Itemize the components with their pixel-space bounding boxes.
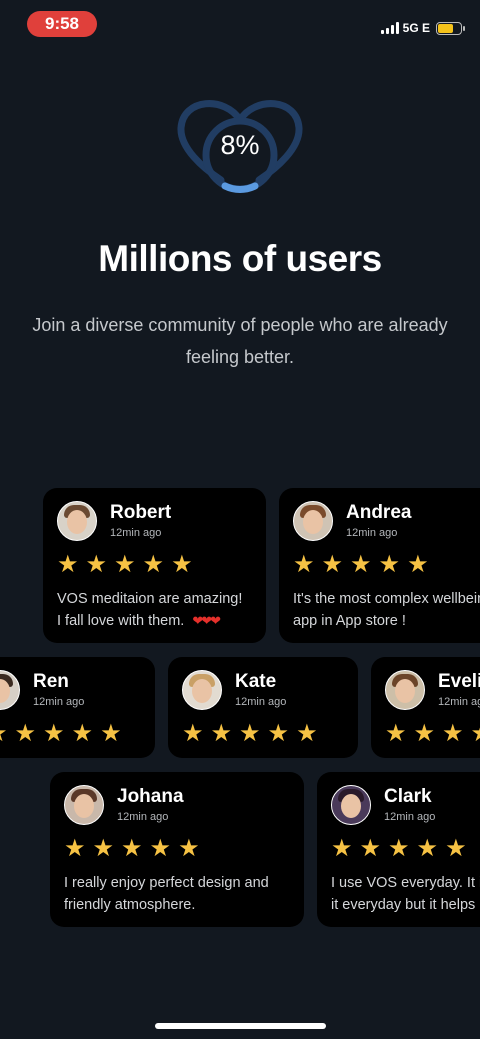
- star-icon: ★: [171, 551, 193, 578]
- review-line: I use VOS everyday. It is hard to use: [331, 875, 480, 891]
- star-icon: ★: [359, 835, 382, 862]
- star-icon: ★: [100, 720, 122, 747]
- star-icon: ★: [296, 720, 318, 747]
- rating-stars: ★★★★★: [182, 719, 344, 749]
- avatar: [0, 670, 20, 710]
- star-icon: ★: [416, 835, 439, 862]
- rating-stars: ★★★★★: [331, 834, 467, 864]
- star-icon: ★: [385, 720, 407, 747]
- star-icon: ★: [210, 720, 233, 747]
- star-icon: ★: [388, 835, 410, 862]
- review-text: VOS meditaion are amazing! I fall love w…: [57, 588, 252, 632]
- star-icon: ★: [85, 551, 108, 578]
- avatar: [182, 670, 222, 710]
- review-line: friendly atmosphere.: [64, 897, 196, 913]
- review-time: 12min ago: [384, 810, 436, 823]
- star-icon: ★: [71, 720, 94, 747]
- rating-stars: ★★★★★: [57, 550, 252, 580]
- star-icon: ★: [64, 835, 86, 862]
- status-icons: 5G E: [380, 20, 465, 36]
- review-time: 12min ago: [110, 526, 162, 539]
- avatar: [57, 501, 97, 541]
- star-icon: ★: [331, 835, 353, 862]
- review-text: It's the most complex wellbeing app in A…: [293, 588, 480, 632]
- rating-stars: ★★★★★: [0, 719, 141, 749]
- progress-heart: 8%: [175, 92, 305, 202]
- review-time: 12min ago: [117, 810, 169, 823]
- review-line: I really enjoy perfect design and: [64, 875, 269, 891]
- rating-stars: ★★★★★: [64, 834, 290, 864]
- reviewer-name: Robert: [110, 501, 172, 523]
- review-line: VOS meditaion are amazing!: [57, 591, 243, 607]
- star-icon: ★: [121, 835, 143, 862]
- star-icon: ★: [378, 551, 401, 578]
- star-icon: ★: [43, 720, 65, 747]
- signal-icon: [380, 22, 399, 34]
- star-icon: ★: [407, 551, 429, 578]
- review-line: It's the most complex wellbeing: [293, 591, 480, 607]
- star-icon: ★: [321, 551, 344, 578]
- star-icon: ★: [293, 551, 315, 578]
- avatar: [293, 501, 333, 541]
- star-icon: ★: [182, 720, 204, 747]
- review-card: Kate 12min ago ★ ★ ★ ★ ★: [168, 657, 358, 758]
- network-label: 5G E: [402, 21, 430, 35]
- rating-stars: ★★★★★: [293, 550, 466, 580]
- star-icon: ★: [267, 720, 290, 747]
- review-card: Ren12min ago ★★★★★: [0, 657, 155, 758]
- star-icon: ★: [14, 720, 37, 747]
- review-text: I use VOS everyday. It is hard to use it…: [331, 872, 480, 916]
- review-card: Robert 12min ago ★ ★ ★ ★ ★ VOS meditaion are …: [43, 488, 266, 643]
- reviewer-name: Evelina: [438, 670, 480, 692]
- battery-icon: [436, 21, 465, 35]
- review-card: Evelina 12min ago ★★★★★: [371, 657, 480, 758]
- home-indicator[interactable]: [155, 1023, 326, 1029]
- star-icon: ★: [178, 835, 200, 862]
- review-time: 12min ago: [438, 695, 480, 708]
- star-icon: ★: [114, 551, 136, 578]
- review-line: it everyday but it helps me a lot.: [331, 897, 480, 913]
- star-icon: ★: [92, 835, 115, 862]
- page-title: Millions of users: [98, 238, 382, 279]
- star-icon: ★: [57, 551, 79, 578]
- avatar: [385, 670, 425, 710]
- star-icon: ★: [350, 551, 372, 578]
- review-time: 12min ago: [33, 695, 85, 708]
- review-card: Johana 12min ago ★ ★ ★ ★ ★ I really enjoy per…: [50, 772, 304, 927]
- review-time: 12min ago: [235, 695, 287, 708]
- heart-emoji-icon: ❤❤❤: [192, 613, 221, 628]
- star-icon: ★: [445, 835, 467, 862]
- avatar: [64, 785, 104, 825]
- review-text: I really enjoy perfect design and friend…: [64, 872, 290, 916]
- review-card: Andrea 12min ago ★ ★ ★ ★ ★ It's the most comp…: [279, 488, 480, 643]
- page-subtitle: Join a diverse community of people who a…: [32, 315, 448, 367]
- reviewer-name: Johana: [117, 785, 184, 807]
- progress-label: 8%: [220, 130, 260, 160]
- status-time: 9:58: [27, 11, 97, 37]
- star-icon: ★: [413, 720, 436, 747]
- star-icon: ★: [149, 835, 172, 862]
- review-line: I fall love with them.: [57, 613, 185, 629]
- avatar: [331, 785, 371, 825]
- star-icon: ★: [471, 719, 480, 749]
- review-line: app in App store !: [293, 613, 406, 629]
- review-time: 12min ago: [346, 526, 398, 539]
- review-card: Clark 12min ago ★ ★ ★ ★ ★ I use VOS everyday.…: [317, 772, 480, 927]
- reviewer-name: Andrea: [346, 501, 412, 523]
- star-icon: ★: [142, 551, 165, 578]
- reviewer-name: Ren: [33, 670, 69, 692]
- reviewer-name: Clark: [384, 785, 432, 807]
- star-icon: ★: [239, 720, 261, 747]
- rating-stars: ★★★★★: [385, 719, 480, 749]
- star-icon: ★: [442, 720, 464, 747]
- star-icon: ★: [0, 719, 8, 749]
- reviewer-name: Kate: [235, 670, 277, 692]
